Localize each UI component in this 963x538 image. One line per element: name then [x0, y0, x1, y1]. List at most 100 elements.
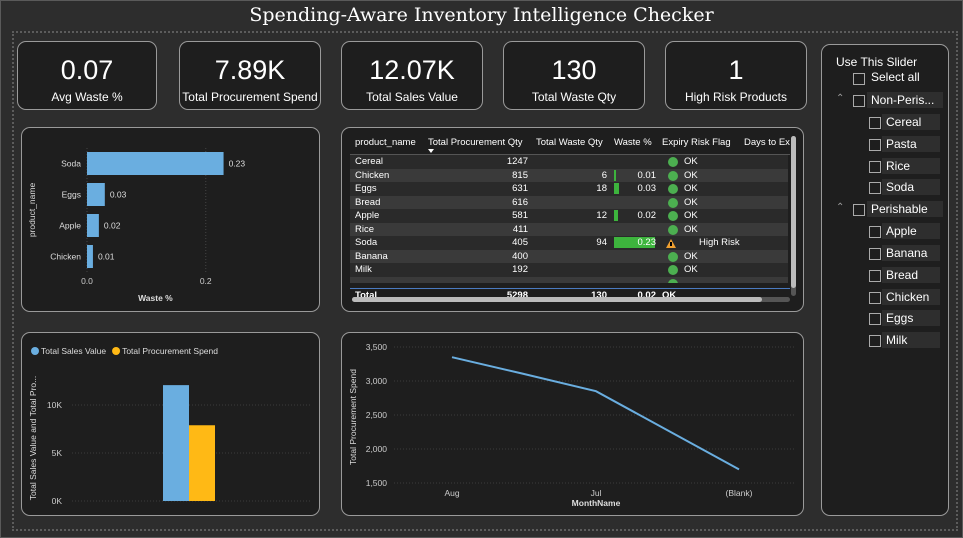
- col-header-days-to-expiry[interactable]: Days to Ex: [744, 134, 790, 156]
- table-row[interactable]: Eggs 631 18 0.03 OK: [350, 182, 788, 196]
- slicer-group-1[interactable]: Perishable: [867, 201, 943, 218]
- table-row[interactable]: Cereal 1247 OK: [350, 155, 788, 169]
- waste-bar-chart[interactable]: 0.0 0.2 Soda 0.23 Eggs 0.03 Apple 0.02 Chicken 0.…: [22, 128, 319, 311]
- table-row[interactable]: Rice 411 OK: [350, 222, 788, 237]
- table-row[interactable]: Milk 192 OK: [350, 263, 788, 277]
- item-checkbox[interactable]: [869, 269, 881, 282]
- bar-eggs[interactable]: [87, 183, 105, 206]
- scrollbar-thumb[interactable]: [791, 136, 796, 288]
- procurement-line-chart-panel[interactable]: 1,500 2,000 2,500 3,000 3,500 Aug Jul (Blank) Mo…: [341, 332, 804, 516]
- cell-expiry-risk-flag: OK: [684, 210, 698, 221]
- table-row[interactable]: Soda 405 94 0.23 High Risk: [350, 236, 788, 250]
- cell-procurement-qty: 815: [512, 169, 528, 181]
- cell-waste-pct: [614, 250, 656, 264]
- cell-waste-qty: [535, 155, 607, 169]
- slicer-item-eggs[interactable]: Eggs: [882, 310, 940, 327]
- cell-expiry-risk-flag: OK: [684, 156, 698, 167]
- item-checkbox[interactable]: [869, 335, 881, 348]
- slicer-item-rice[interactable]: Rice: [882, 157, 940, 174]
- cell-waste-pct: 0.03: [637, 183, 657, 194]
- slicer-item-milk[interactable]: Milk: [882, 332, 940, 349]
- col-header-product-name[interactable]: product_name: [355, 134, 416, 156]
- item-checkbox[interactable]: [869, 313, 881, 326]
- y-tick-label: 10K: [47, 400, 62, 410]
- col-header-waste-pct[interactable]: Waste %: [614, 134, 652, 156]
- slicer-item-apple[interactable]: Apple: [882, 223, 940, 240]
- series-line[interactable]: [451, 356, 740, 471]
- horizontal-scrollbar[interactable]: [352, 297, 790, 302]
- bar-apple[interactable]: [87, 214, 99, 237]
- item-checkbox[interactable]: [869, 138, 881, 151]
- cell-waste-qty: [535, 196, 607, 210]
- bar-total-sales-value[interactable]: [163, 385, 189, 501]
- cell-expiry-risk-flag: OK: [684, 223, 698, 235]
- vertical-scrollbar[interactable]: [791, 136, 796, 296]
- y-tick-label: 1,500: [366, 478, 388, 488]
- kpi-sales-value-card[interactable]: 12.07K Total Sales Value: [341, 41, 483, 110]
- kpi-waste-qty-card[interactable]: 130 Total Waste Qty: [503, 41, 645, 110]
- table-row[interactable]: Banana 400 OK: [350, 249, 788, 264]
- y-tick-label: 5K: [52, 448, 63, 458]
- cell-waste-pct: [614, 223, 656, 237]
- bar-soda[interactable]: [87, 152, 224, 175]
- y-tick-label: 2,500: [366, 410, 388, 420]
- item-checkbox[interactable]: [869, 182, 881, 195]
- slicer-group-0[interactable]: Non-Peris...: [867, 92, 943, 108]
- waste-chart-panel[interactable]: 0.0 0.2 Soda 0.23 Eggs 0.03 Apple 0.02 Chicken 0.…: [21, 127, 320, 312]
- scrollbar-thumb[interactable]: [352, 297, 762, 302]
- total-divider: [350, 288, 790, 289]
- group-checkbox[interactable]: [853, 95, 865, 107]
- procurement-line-chart[interactable]: 1,500 2,000 2,500 3,000 3,500 Aug Jul (Blank) Mo…: [342, 333, 803, 515]
- table-row[interactable]: Bread 616 OK: [350, 195, 788, 210]
- category-label: Apple: [59, 221, 81, 231]
- page-title: Spending-Aware Inventory Intelligence Ch…: [249, 4, 714, 26]
- item-checkbox[interactable]: [869, 117, 881, 129]
- slicer-item-soda[interactable]: Soda: [882, 179, 940, 196]
- kpi-value: 0.07: [60, 55, 114, 85]
- item-checkbox[interactable]: [869, 248, 881, 260]
- status-ok-icon: [668, 211, 678, 221]
- table-row[interactable]: Apple 581 12 0.02 OK: [350, 209, 788, 223]
- product-table-panel[interactable]: product_name Total Procurement Qty Total…: [341, 127, 804, 312]
- chevron-up-icon[interactable]: ⌃: [836, 93, 844, 104]
- product-table[interactable]: product_name Total Procurement Qty Total…: [350, 134, 790, 306]
- x-tick-label: Jul: [591, 488, 602, 498]
- slicer-item-pasta[interactable]: Pasta: [882, 135, 940, 152]
- cell-product-name: Banana: [355, 250, 388, 262]
- kpi-value: 7.89K: [214, 55, 286, 85]
- col-header-waste-qty[interactable]: Total Waste Qty: [536, 134, 603, 156]
- kpi-label: Total Procurement Spend: [182, 90, 318, 104]
- kpi-procurement-spend-card[interactable]: 7.89K Total Procurement Spend: [179, 41, 321, 110]
- slicer-item-banana[interactable]: Banana: [882, 245, 940, 261]
- bar-chicken[interactable]: [87, 245, 93, 268]
- kpi-avg-waste-card[interactable]: 0.07 Avg Waste %: [17, 41, 157, 110]
- category-label: Soda: [61, 159, 81, 169]
- item-checkbox[interactable]: [869, 160, 881, 173]
- select-all-checkbox[interactable]: [853, 73, 865, 85]
- group-checkbox[interactable]: [853, 204, 865, 217]
- y-tick-label: 2,000: [366, 444, 388, 454]
- slicer-item-chicken[interactable]: Chicken: [882, 288, 940, 305]
- sales-procurement-bar-chart[interactable]: 0K 5K 10K Total Sales Value Total Procuremen…: [22, 333, 319, 515]
- col-header-expiry-risk[interactable]: Expiry Risk Flag: [662, 134, 731, 156]
- kpi-high-risk-card[interactable]: 1 High Risk Products: [665, 41, 807, 110]
- data-label: 0.02: [104, 221, 121, 231]
- item-checkbox[interactable]: [869, 291, 881, 304]
- slicer-item-cereal[interactable]: Cereal: [882, 114, 940, 130]
- category-slicer[interactable]: Use This Slider Select all ⌃ Non-Peris... C…: [821, 44, 949, 516]
- select-all-label[interactable]: Select all: [871, 70, 920, 84]
- table-row[interactable]: Chicken 815 6 0.01 OK: [350, 168, 788, 182]
- table-row[interactable]: [350, 276, 788, 283]
- cell-product-name: Eggs: [355, 183, 377, 194]
- data-label: 0.01: [98, 252, 115, 262]
- sales-procurement-chart-panel[interactable]: 0K 5K 10K Total Sales Value Total Procuremen…: [21, 332, 320, 516]
- cell-procurement-qty: 616: [512, 196, 528, 208]
- cell-waste-qty: [535, 263, 607, 277]
- col-header-procurement-qty[interactable]: Total Procurement Qty: [428, 134, 523, 156]
- bar-total-procurement-spend[interactable]: [189, 425, 215, 501]
- chevron-up-icon[interactable]: ⌃: [836, 202, 844, 213]
- item-checkbox[interactable]: [869, 226, 881, 239]
- y-axis-title: product_name: [27, 183, 37, 238]
- slicer-item-bread[interactable]: Bread: [882, 266, 940, 283]
- cell-waste-pct: [614, 155, 656, 169]
